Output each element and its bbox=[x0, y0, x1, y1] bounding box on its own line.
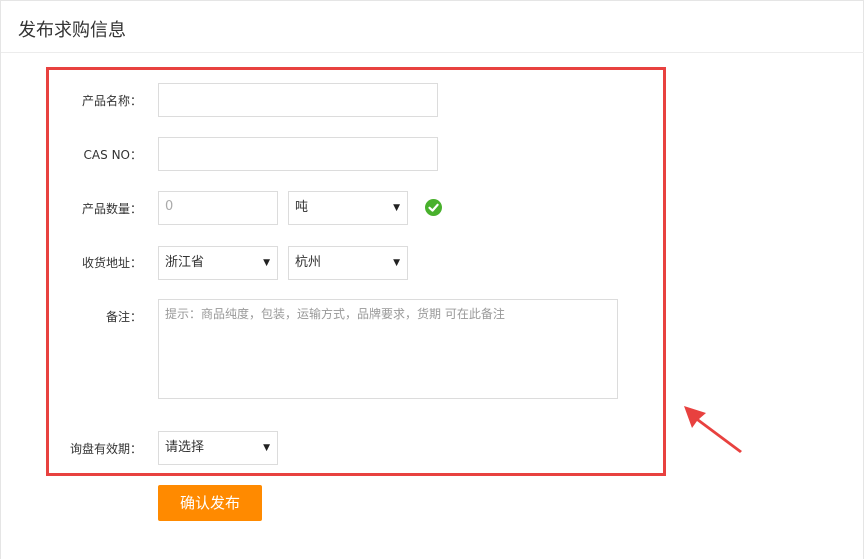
quantity-input[interactable]: 0 bbox=[158, 191, 278, 225]
quantity-label: 产品数量： bbox=[81, 202, 142, 216]
city-select[interactable]: 杭州 ▼ bbox=[288, 246, 408, 280]
validity-select-value: 请选择 bbox=[165, 440, 205, 455]
remark-label: 备注： bbox=[105, 310, 142, 324]
chevron-down-icon: ▼ bbox=[263, 443, 270, 453]
page-title: 发布求购信息 bbox=[18, 20, 126, 41]
remark-textarea[interactable]: 提示：商品纯度，包装，运输方式，品牌要求，货期 可在此备注 bbox=[158, 299, 618, 399]
check-circle-icon bbox=[425, 199, 442, 216]
validity-select[interactable]: 请选择 ▼ bbox=[158, 431, 278, 465]
province-select-value: 浙江省 bbox=[165, 255, 205, 270]
product-name-label: 产品名称： bbox=[81, 94, 142, 108]
cas-no-label: CAS NO： bbox=[83, 148, 142, 162]
confirm-publish-button[interactable]: 确认发布 bbox=[158, 485, 262, 521]
unit-select-value: 吨 bbox=[295, 200, 309, 215]
cas-no-input[interactable] bbox=[158, 137, 438, 171]
province-select[interactable]: 浙江省 ▼ bbox=[158, 246, 278, 280]
validity-label: 询盘有效期： bbox=[69, 442, 142, 456]
city-select-value: 杭州 bbox=[295, 255, 322, 270]
title-divider bbox=[1, 52, 864, 53]
address-label: 收货地址： bbox=[81, 256, 142, 270]
unit-select[interactable]: 吨 ▼ bbox=[288, 191, 408, 225]
arrow-annotation-icon bbox=[684, 406, 742, 453]
product-name-input[interactable] bbox=[158, 83, 438, 117]
chevron-down-icon: ▼ bbox=[393, 203, 400, 213]
chevron-down-icon: ▼ bbox=[263, 258, 270, 268]
chevron-down-icon: ▼ bbox=[393, 258, 400, 268]
